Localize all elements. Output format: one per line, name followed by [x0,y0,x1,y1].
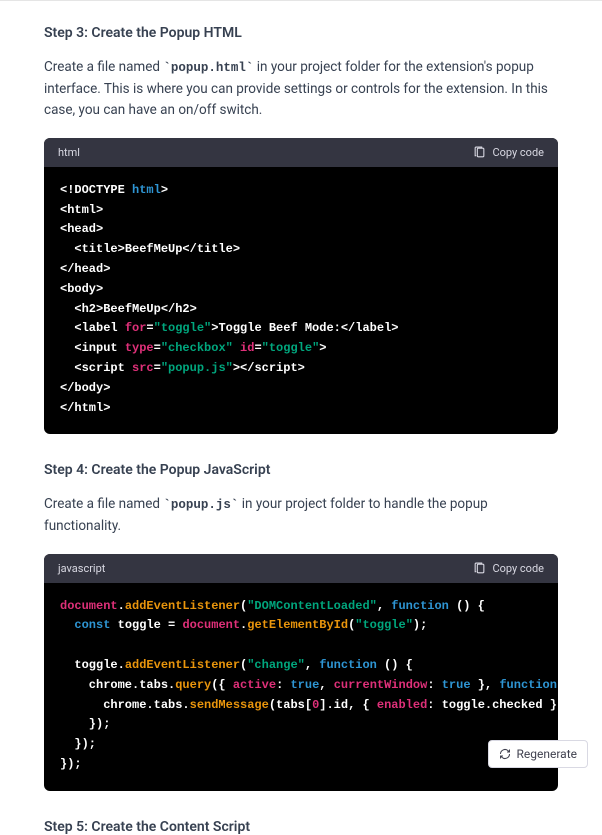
copy-code-label: Copy code [492,562,544,575]
code-lang-label: html [58,146,80,159]
regenerate-button[interactable]: Regenerate [488,740,589,768]
step3-codeblock: html Copy code <!DOCTYPE html> <html> <h… [44,138,558,435]
code-header: html Copy code [44,138,558,167]
step4-paragraph: Create a file named `popup.js` in your p… [44,494,558,537]
copy-code-button[interactable]: Copy code [473,562,544,575]
code-body-js: document.addEventListener("DOMContentLoa… [44,583,558,791]
code-body-html: <!DOCTYPE html> <html> <head> <title>Bee… [44,167,558,435]
step4-text-prefix: Create a file named [44,496,163,512]
step3-filename-code: `popup.html` [163,61,253,75]
copy-code-label: Copy code [492,146,544,159]
refresh-icon [499,748,511,760]
regenerate-label: Regenerate [517,747,578,761]
step4-codeblock: javascript Copy code document.addEventLi… [44,554,558,791]
step5-heading: Step 5: Create the Content Script [44,819,558,835]
step4-filename-code: `popup.js` [163,498,238,512]
code-header: javascript Copy code [44,554,558,583]
copy-code-button[interactable]: Copy code [473,146,544,159]
clipboard-icon [473,562,486,575]
step3-text-prefix: Create a file named [44,59,163,75]
clipboard-icon [473,146,486,159]
code-lang-label: javascript [58,562,105,575]
step3-heading: Step 3: Create the Popup HTML [44,25,558,41]
article-content: Step 3: Create the Popup HTML Create a f… [0,1,602,835]
step3-paragraph: Create a file named `popup.html` in your… [44,57,558,122]
step4-heading: Step 4: Create the Popup JavaScript [44,462,558,478]
